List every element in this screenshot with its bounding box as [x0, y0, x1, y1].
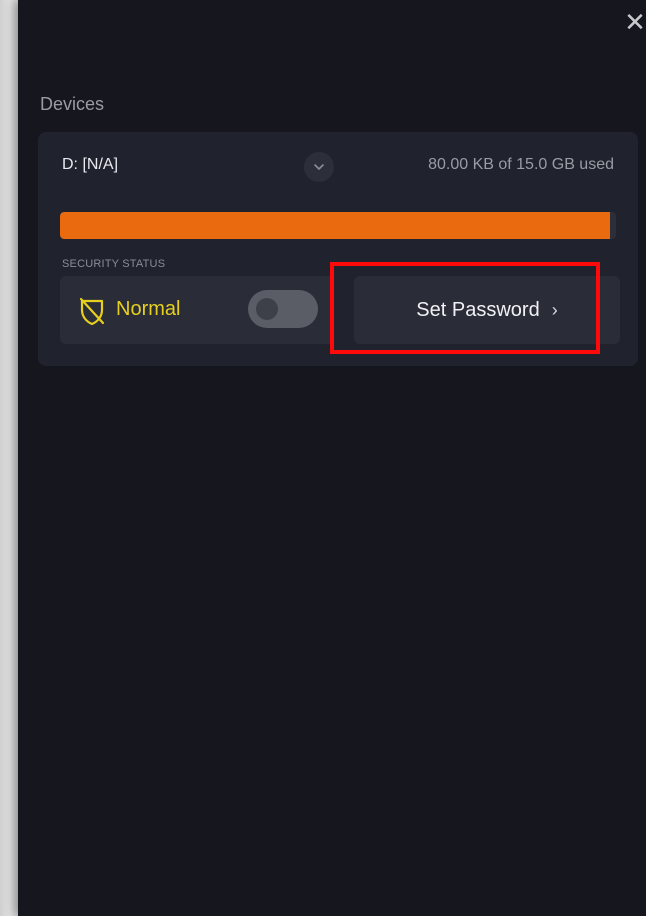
security-status-label: SECURITY STATUS: [62, 258, 166, 270]
shield-off-icon: [79, 297, 105, 326]
storage-usage-fill: [60, 212, 611, 239]
set-password-button[interactable]: Set Password ›: [354, 276, 620, 344]
toggle-knob: [256, 298, 278, 320]
set-password-label: Set Password: [416, 298, 540, 321]
drive-dropdown-button[interactable]: [304, 152, 334, 182]
device-card: D: [N/A] 80.00 KB of 15.0 GB used SECURI…: [38, 132, 638, 366]
storage-usage-bar: [60, 212, 616, 239]
security-toggle[interactable]: [248, 290, 318, 328]
section-title-devices: Devices: [40, 94, 105, 114]
close-button[interactable]: ✕: [622, 6, 646, 38]
devices-panel: ✕ Devices D: [N/A] 80.00 KB of 15.0 GB u…: [18, 0, 646, 916]
chevron-down-icon: [314, 164, 324, 170]
security-status-value: Normal: [116, 298, 181, 320]
security-status-box: Normal: [60, 276, 334, 344]
chevron-right-icon: ›: [551, 299, 558, 320]
close-icon: ✕: [624, 6, 646, 37]
drive-name: D: [N/A]: [62, 156, 119, 173]
usage-text: 80.00 KB of 15.0 GB used: [428, 156, 614, 173]
